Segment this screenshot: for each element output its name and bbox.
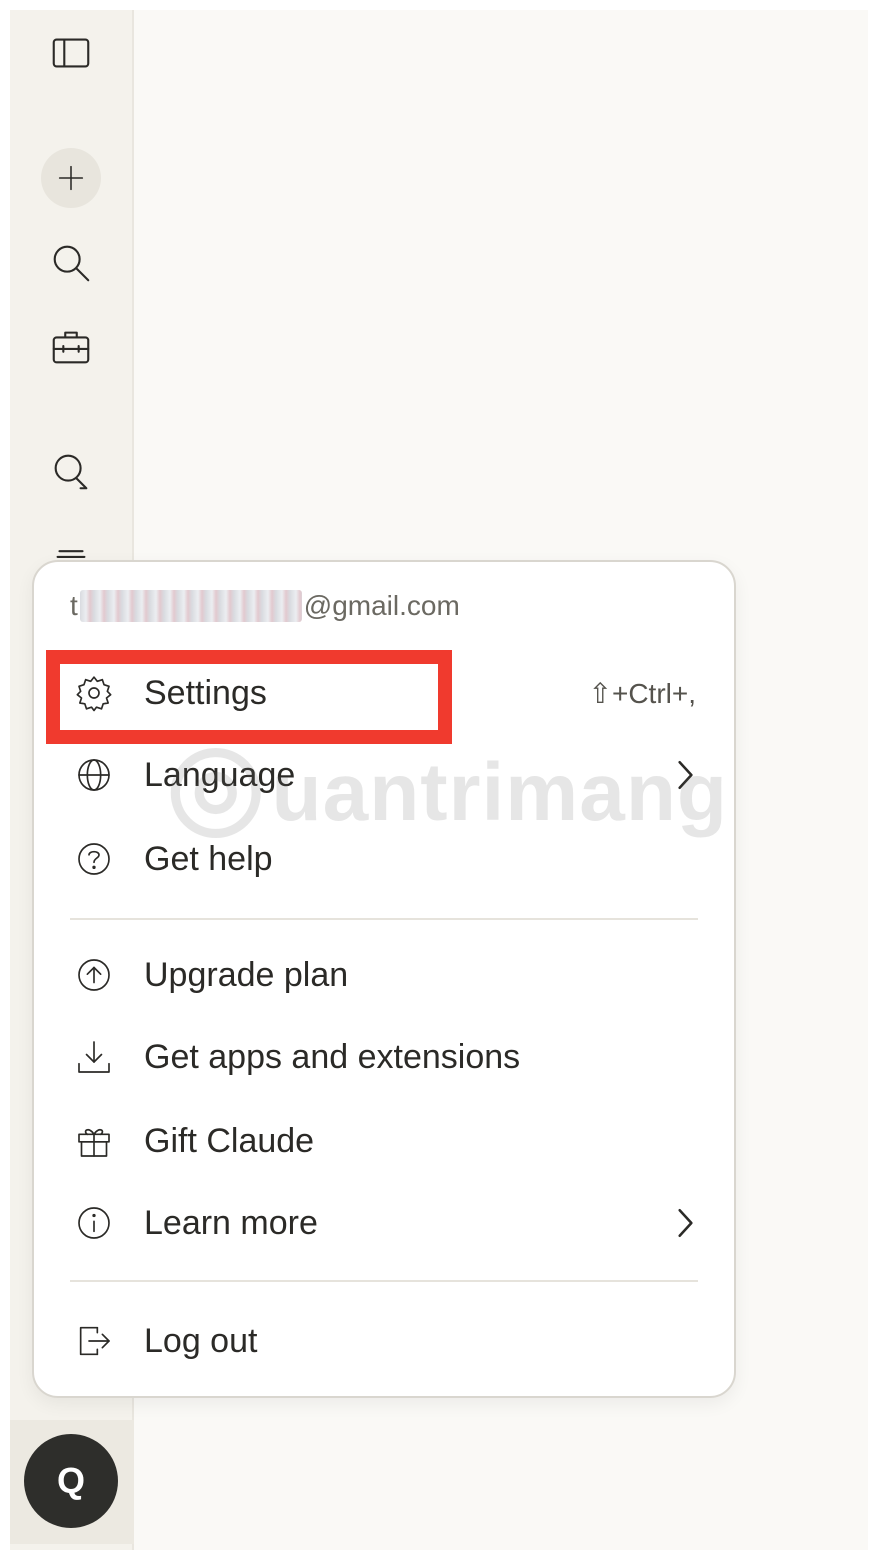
menu-item-label: Learn more bbox=[144, 1203, 318, 1242]
avatar[interactable]: Q bbox=[24, 1434, 118, 1528]
sidebar-toggle-icon bbox=[52, 38, 90, 68]
menu-item-label: Gift Claude bbox=[144, 1121, 315, 1160]
menu-item-upgrade-plan[interactable]: Upgrade plan bbox=[70, 938, 700, 1012]
new-chat-button[interactable] bbox=[41, 148, 101, 208]
menu-item-label: Language bbox=[144, 755, 296, 794]
help-icon bbox=[70, 835, 118, 883]
menu-item-label: Log out bbox=[144, 1321, 258, 1360]
search-button[interactable] bbox=[38, 230, 104, 296]
projects-button[interactable] bbox=[38, 314, 104, 380]
chevron-right-icon bbox=[670, 1203, 700, 1243]
menu-item-get-help[interactable]: Get help bbox=[70, 822, 700, 896]
settings-highlight-box bbox=[46, 650, 452, 744]
info-icon bbox=[70, 1199, 118, 1247]
settings-shortcut: ⇧+Ctrl+, bbox=[588, 677, 697, 709]
briefcase-icon bbox=[52, 331, 90, 364]
gift-icon bbox=[70, 1117, 118, 1165]
menu-item-label: Get apps and extensions bbox=[144, 1037, 521, 1076]
globe-icon bbox=[70, 751, 118, 799]
menu-item-get-apps[interactable]: Get apps and extensions bbox=[70, 1020, 700, 1094]
chevron-right-icon bbox=[670, 755, 700, 795]
plus-icon bbox=[58, 165, 84, 191]
menu-item-log-out[interactable]: Log out bbox=[70, 1304, 700, 1378]
account-email: t @gmail.com bbox=[70, 590, 460, 622]
menu-item-gift-claude[interactable]: Gift Claude bbox=[70, 1104, 700, 1178]
email-redaction bbox=[79, 590, 302, 622]
sidebar-toggle-button[interactable] bbox=[38, 20, 104, 86]
menu-item-language[interactable]: Language bbox=[70, 738, 700, 812]
menu-item-label: Upgrade plan bbox=[144, 955, 349, 994]
download-icon bbox=[70, 1033, 118, 1081]
email-prefix: t bbox=[70, 590, 78, 621]
arrow-up-circle-icon bbox=[70, 951, 118, 999]
menu-item-label: Get help bbox=[144, 839, 273, 878]
chats-button[interactable] bbox=[38, 438, 104, 504]
menu-divider bbox=[70, 918, 698, 920]
log-out-icon bbox=[70, 1317, 118, 1365]
search-icon bbox=[53, 245, 90, 282]
menu-divider bbox=[70, 1280, 698, 1282]
email-suffix: @gmail.com bbox=[303, 590, 460, 621]
chats-icon bbox=[54, 454, 88, 490]
menu-item-learn-more[interactable]: Learn more bbox=[70, 1186, 700, 1260]
